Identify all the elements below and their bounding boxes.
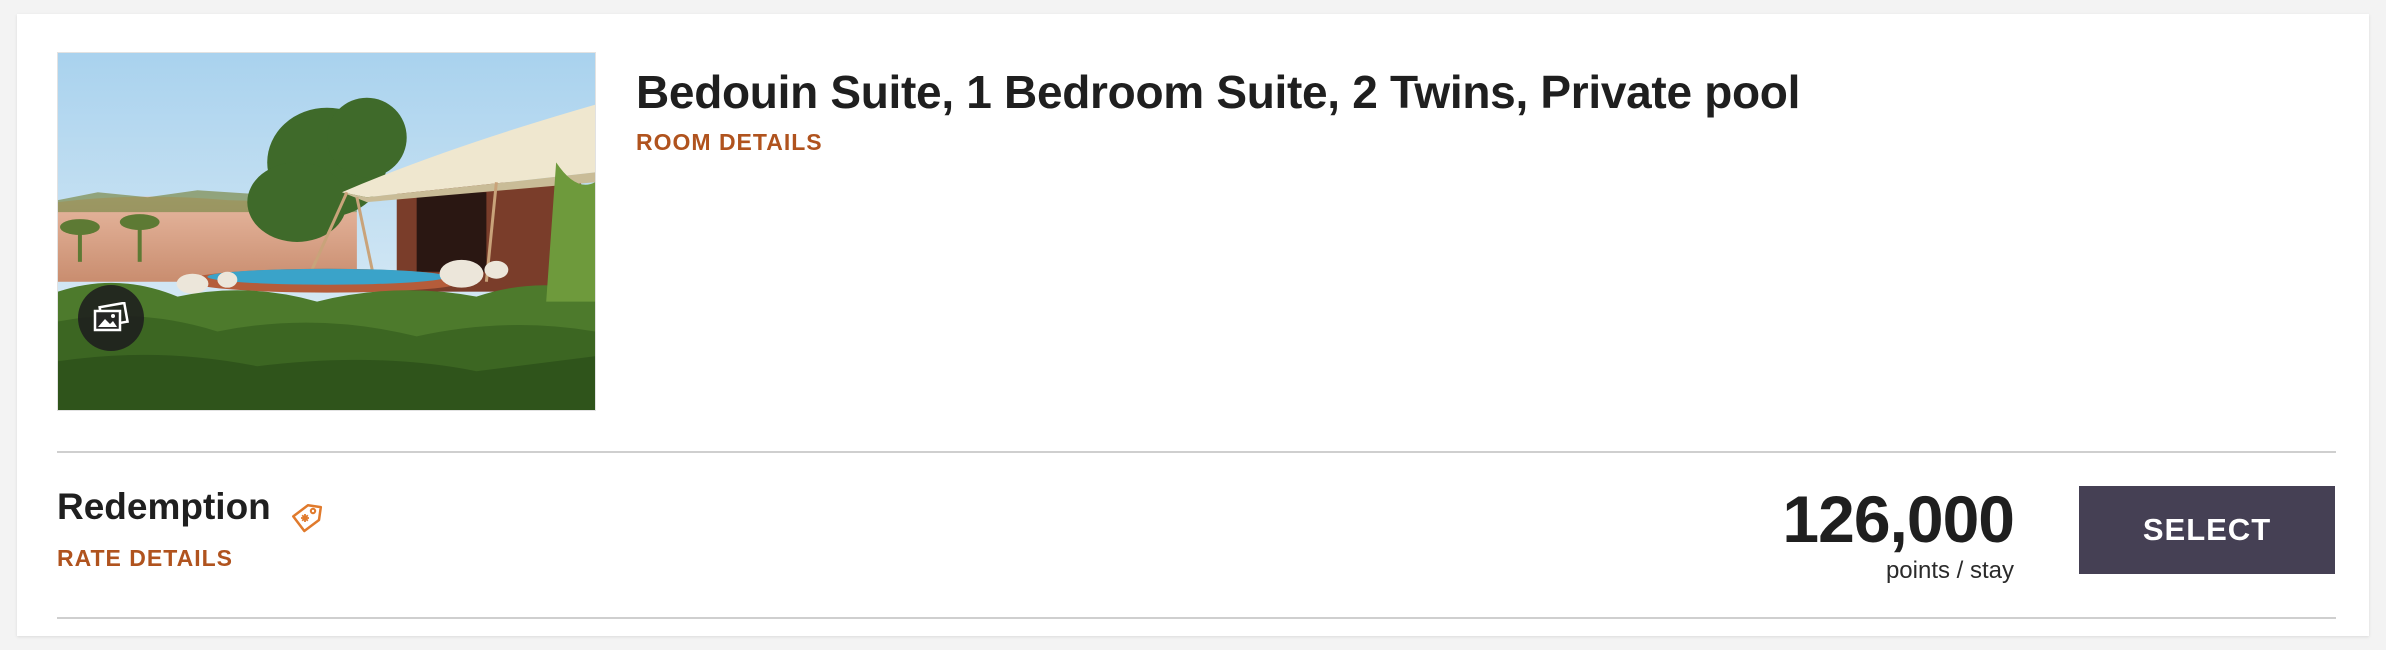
divider <box>57 451 2336 453</box>
room-details-link[interactable]: ROOM DETAILS <box>636 126 823 158</box>
divider <box>57 617 2336 619</box>
price-unit: points / stay <box>1885 557 2014 584</box>
room-photo[interactable] <box>57 52 596 411</box>
gallery-icon <box>93 302 129 332</box>
price-points: 126,000 <box>1782 482 2015 556</box>
select-button[interactable]: SELECT <box>2079 486 2335 574</box>
gallery-button[interactable] <box>78 285 144 351</box>
rate-details-link[interactable]: RATE DETAILS <box>57 542 233 574</box>
tag-icon <box>292 504 323 533</box>
rate-name: Redemption <box>57 486 271 527</box>
room-rate-card: Bedouin Suite, 1 Bedroom Suite, 2 Twins,… <box>17 14 2369 636</box>
room-title: Bedouin Suite, 1 Bedroom Suite, 2 Twins,… <box>636 66 1801 118</box>
room-photo-scene <box>58 53 595 410</box>
